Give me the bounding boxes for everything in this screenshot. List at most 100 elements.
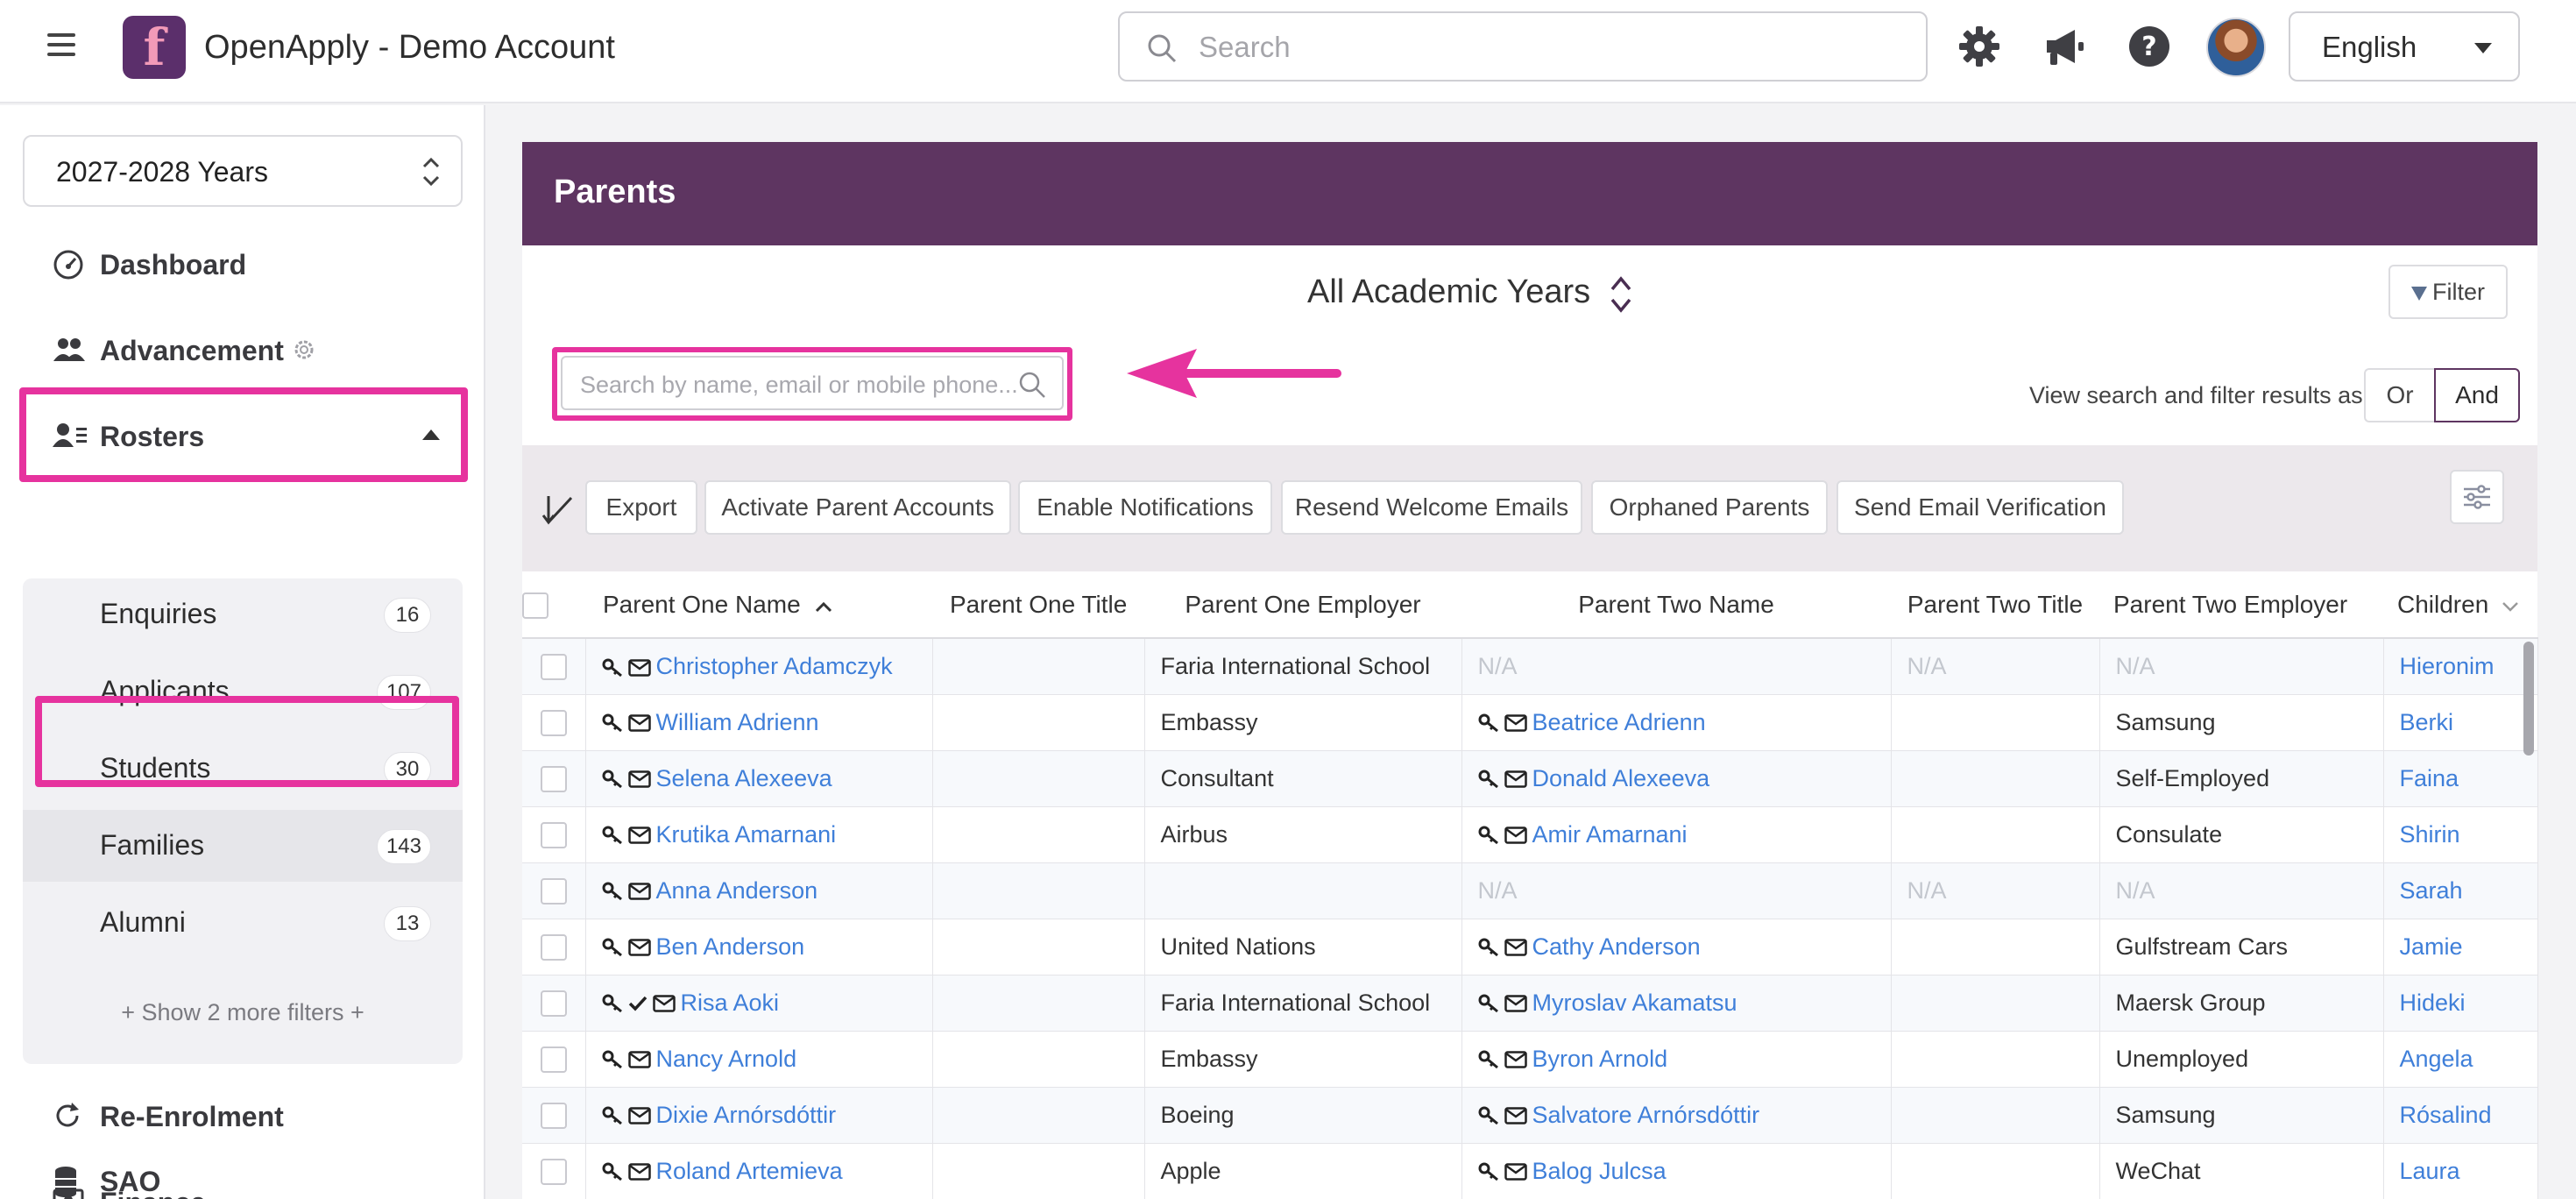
column-header-parent-one-title[interactable]: Parent One Title xyxy=(932,571,1144,639)
language-select[interactable]: English xyxy=(2289,11,2520,82)
refresh-icon xyxy=(56,1103,79,1127)
column-header-parent-one-employer[interactable]: Parent One Employer xyxy=(1144,571,1461,639)
child-name-link[interactable]: Sarah xyxy=(2400,877,2463,904)
row-checkbox[interactable] xyxy=(540,1046,567,1073)
parent-one-employer: Embassy xyxy=(1160,1045,1258,1072)
parent-one-title-cell xyxy=(932,862,1145,919)
parent-two-name-link[interactable]: Cathy Anderson xyxy=(1532,933,1701,960)
select-all-checkbox[interactable] xyxy=(522,592,548,619)
export-button[interactable]: Export xyxy=(585,480,697,535)
key-icon xyxy=(1478,1162,1498,1181)
column-header-parent-two-title[interactable]: Parent Two Title xyxy=(1891,571,2099,639)
table-row[interactable]: William Adrienn Embassy Beatrice Adrienn Sa… xyxy=(522,694,2538,751)
children-cell: Hieronim xyxy=(2383,638,2538,695)
parent-two-name-link[interactable]: Donald Alexeeva xyxy=(1532,765,1710,791)
or-option[interactable]: Or xyxy=(2364,368,2434,422)
send-email-verification-button[interactable]: Send Email Verification xyxy=(1836,480,2124,535)
nav-dashboard[interactable]: Dashboard xyxy=(23,228,463,300)
child-name-link[interactable]: Rósalind xyxy=(2400,1102,2492,1128)
year-select[interactable]: 2027-2028 Years xyxy=(23,135,463,207)
envelope-icon xyxy=(627,883,651,901)
academic-year-select[interactable]: All Academic Years xyxy=(1307,273,1590,311)
column-header-parent-two-employer[interactable]: Parent Two Employer xyxy=(2099,571,2383,639)
parent-one-name-link[interactable]: William Adrienn xyxy=(656,709,819,735)
user-avatar[interactable] xyxy=(2206,18,2266,77)
gear-icon[interactable] xyxy=(1957,25,2001,68)
child-name-link[interactable]: Laura xyxy=(2400,1158,2460,1184)
parent-one-name-link[interactable]: Roland Artemieva xyxy=(656,1158,843,1184)
nav-advancement[interactable]: Advancement xyxy=(23,314,463,386)
parent-two-name-link[interactable]: Byron Arnold xyxy=(1532,1046,1668,1072)
parent-two-title-cell xyxy=(1891,1031,2100,1088)
app-logo-icon[interactable]: f xyxy=(123,16,186,79)
activate-parent-accounts-button[interactable]: Activate Parent Accounts xyxy=(704,480,1011,535)
table-row[interactable]: Risa Aoki Faria International School Myros… xyxy=(522,975,2538,1032)
column-header-children[interactable]: Children xyxy=(2383,571,2537,639)
global-search[interactable] xyxy=(1118,11,1928,82)
table-row[interactable]: Roland Artemieva Apple Balog Julcsa WeChat L… xyxy=(522,1143,2538,1199)
parent-one-name-link[interactable]: Krutika Amarnani xyxy=(656,821,837,848)
child-name-link[interactable]: Berki xyxy=(2400,709,2454,735)
parent-two-name-link[interactable]: Balog Julcsa xyxy=(1532,1158,1667,1184)
parent-two-name-link[interactable]: Beatrice Adrienn xyxy=(1532,709,1706,735)
table-row[interactable]: Selena Alexeeva Consultant Donald Alexeeva… xyxy=(522,750,2538,807)
child-name-link[interactable]: Jamie xyxy=(2400,933,2463,960)
hamburger-menu-icon[interactable] xyxy=(47,33,75,60)
column-header-parent-two-name[interactable]: Parent Two Name xyxy=(1461,571,1891,639)
row-checkbox[interactable] xyxy=(540,1102,567,1129)
table-row[interactable]: Nancy Arnold Embassy Byron Arnold Unemploye… xyxy=(522,1031,2538,1088)
filter-button[interactable]: Filter xyxy=(2388,265,2508,319)
row-checkbox[interactable] xyxy=(540,877,567,905)
orphaned-parents-button[interactable]: Orphaned Parents xyxy=(1591,480,1828,535)
sidebar-item-alumni[interactable]: Alumni 13 xyxy=(23,887,463,959)
parent-one-name-link[interactable]: Ben Anderson xyxy=(656,933,805,960)
updown-chevron-icon[interactable] xyxy=(1609,272,1633,317)
column-settings-button[interactable] xyxy=(2450,470,2504,524)
sidebar-item-enquiries[interactable]: Enquiries 16 xyxy=(23,578,463,650)
child-name-link[interactable]: Hideki xyxy=(2400,990,2466,1016)
parent-two-name-link[interactable]: Salvatore Arnórsdóttir xyxy=(1532,1102,1760,1128)
child-name-link[interactable]: Hieronim xyxy=(2400,653,2495,679)
parent-two-employer-cell: N/A xyxy=(2099,638,2384,695)
row-checkbox[interactable] xyxy=(540,990,567,1017)
resend-welcome-emails-button[interactable]: Resend Welcome Emails xyxy=(1281,480,1582,535)
table-row[interactable]: Anna Anderson N/A N/A N/A Sarah xyxy=(522,862,2538,919)
row-checkbox[interactable] xyxy=(540,821,567,848)
row-checkbox[interactable] xyxy=(540,1158,567,1185)
row-checkbox[interactable] xyxy=(540,933,567,961)
child-name-link[interactable]: Angela xyxy=(2400,1046,2473,1072)
help-icon[interactable]: ? xyxy=(2127,25,2171,68)
gear-icon[interactable] xyxy=(291,337,317,363)
child-name-link[interactable]: Faina xyxy=(2400,765,2459,791)
table-row[interactable]: Ben Anderson United Nations Cathy Anderson… xyxy=(522,919,2538,976)
parent-one-name-link[interactable]: Selena Alexeeva xyxy=(656,765,832,791)
table-row[interactable]: Krutika Amarnani Airbus Amir Amarnani Consu… xyxy=(522,806,2538,863)
parent-one-name-link[interactable]: Anna Anderson xyxy=(656,877,818,904)
parent-one-name-link[interactable]: Nancy Arnold xyxy=(656,1046,797,1072)
sidebar-item-label: Enquiries xyxy=(100,598,217,629)
sort-arrow-icon[interactable] xyxy=(541,493,577,528)
and-option[interactable]: And xyxy=(2434,368,2520,422)
row-checkbox[interactable] xyxy=(540,765,567,792)
table-row[interactable]: Christopher Adamczyk Faria International … xyxy=(522,638,2538,695)
table-scrollbar[interactable] xyxy=(2523,642,2534,756)
child-name-link[interactable]: Shirin xyxy=(2400,821,2460,848)
nav-re-enrolment[interactable]: Re-Enrolment xyxy=(23,1080,463,1152)
parent-one-name-link[interactable]: Dixie Arnórsdóttir xyxy=(656,1102,837,1128)
nav-sao[interactable]: SAO xyxy=(23,1145,463,1199)
row-checkbox[interactable] xyxy=(540,654,567,681)
row-checkbox[interactable] xyxy=(540,709,567,736)
megaphone-icon[interactable] xyxy=(2042,26,2085,67)
table-row[interactable]: Dixie Arnórsdóttir Boeing Salvatore Arnórs… xyxy=(522,1087,2538,1144)
sidebar-item-families[interactable]: Families 143 xyxy=(23,810,463,882)
parent-two-name-link[interactable]: Myroslav Akamatsu xyxy=(1532,990,1737,1016)
column-header-parent-one-name[interactable]: Parent One Name xyxy=(585,571,932,639)
show-more-filters-link[interactable]: + Show 2 more filters + xyxy=(23,999,463,1026)
parent-two-name-link[interactable]: Amir Amarnani xyxy=(1532,821,1688,848)
parent-one-name-link[interactable]: Risa Aoki xyxy=(681,990,780,1016)
parent-one-name-link[interactable]: Christopher Adamczyk xyxy=(656,653,893,679)
enable-notifications-button[interactable]: Enable Notifications xyxy=(1018,480,1272,535)
children-cell: Hideki xyxy=(2383,975,2538,1032)
global-search-input[interactable] xyxy=(1199,25,1900,69)
row-select-cell xyxy=(522,975,586,1032)
